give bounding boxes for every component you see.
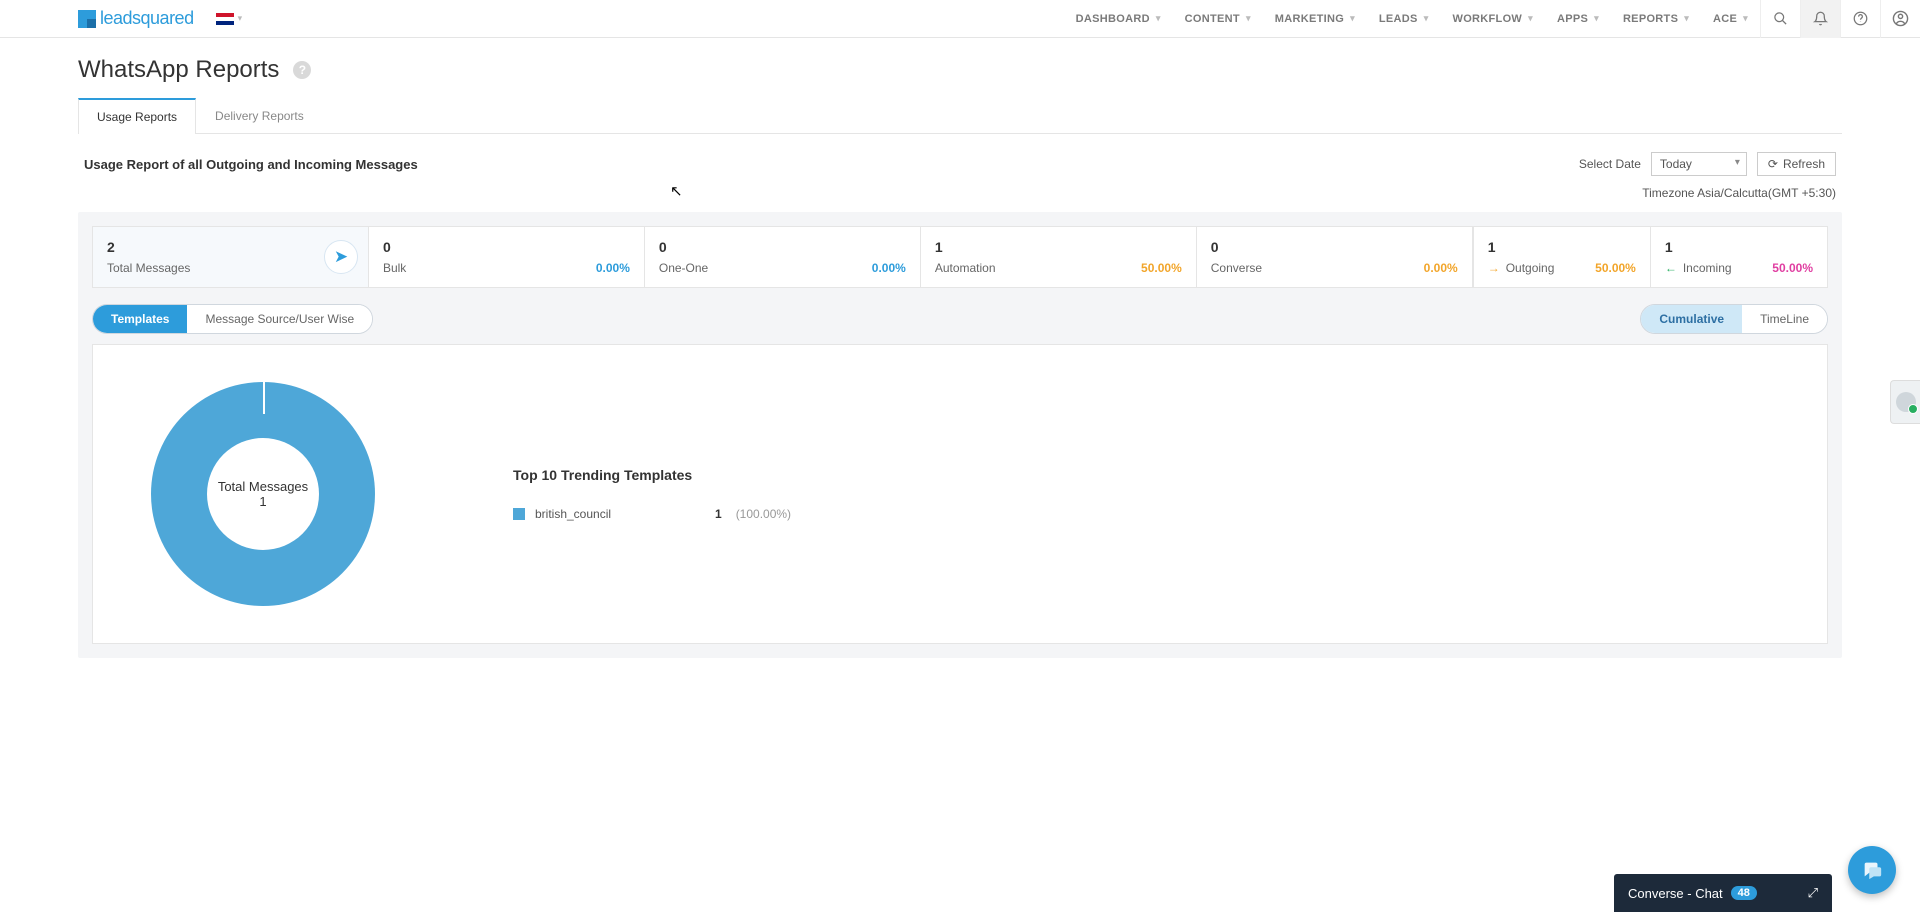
page-help-icon[interactable]: ? [293,61,311,79]
chevron-down-icon: ▾ [1246,13,1251,24]
logo-mark-icon [78,10,96,28]
donut-center-label: Total Messages 1 [207,438,319,550]
language-selector[interactable]: ▾ [194,13,243,25]
refresh-button[interactable]: ⟳ Refresh [1757,152,1836,176]
stat-bulk[interactable]: 0 Bulk 0.00% [369,227,645,287]
nav-utility-icons [1760,0,1920,38]
converse-label: Converse - Chat [1628,886,1723,901]
view-mode-toggle-left: Templates Message Source/User Wise [92,304,373,334]
legend-count: 1 [715,507,722,521]
date-range-select[interactable]: Today [1651,152,1747,176]
refresh-icon: ⟳ [1768,157,1778,171]
profile-icon[interactable] [1880,0,1920,38]
chat-fab[interactable] [1848,846,1896,894]
legend-name: british_council [535,507,695,521]
pill-templates[interactable]: Templates [93,305,187,333]
stat-one-one[interactable]: 0 One-One 0.00% [645,227,921,287]
chevron-down-icon: ▾ [1743,13,1748,24]
chevron-down-icon: ▾ [1684,13,1689,24]
flag-icon [216,13,234,25]
chevron-down-icon: ▾ [1594,13,1599,24]
legend-pct: (100.00%) [736,507,791,521]
help-icon[interactable] [1840,0,1880,38]
nav-reports[interactable]: REPORTS▾ [1611,0,1701,38]
pill-timeline[interactable]: TimeLine [1742,305,1827,333]
main-nav: DASHBOARD▾ CONTENT▾ MARKETING▾ LEADS▾ WO… [1064,0,1760,38]
report-subtitle: Usage Report of all Outgoing and Incomin… [84,157,418,172]
nav-ace[interactable]: ACE▾ [1701,0,1760,38]
nav-content[interactable]: CONTENT▾ [1173,0,1263,38]
donut-chart: Total Messages 1 [151,382,375,606]
arrow-left-icon: ← [1665,261,1677,275]
view-mode-toggle-right: Cumulative TimeLine [1640,304,1828,334]
chevron-down-icon: ▾ [1156,13,1161,24]
stat-automation[interactable]: 1 Automation 50.00% [921,227,1197,287]
chevron-down-icon: ▾ [1424,13,1429,24]
nav-workflow[interactable]: WORKFLOW▾ [1441,0,1545,38]
chevron-down-icon: ▾ [1528,13,1533,24]
legend-row: british_council 1 (100.00%) [513,507,791,521]
pill-message-source[interactable]: Message Source/User Wise [187,305,372,333]
stats-cards: 2 Total Messages ➤ 0 Bulk 0.00% 0 One-On… [92,226,1828,288]
brand-name: leadsquared [100,8,194,29]
presence-sidebar-toggle[interactable] [1890,380,1920,424]
pill-cumulative[interactable]: Cumulative [1641,305,1742,333]
chevron-down-icon: ▾ [238,13,243,24]
brand-logo[interactable]: leadsquared [78,8,194,29]
chevron-down-icon: ▾ [1350,13,1355,24]
send-icon: ➤ [324,240,358,274]
nav-dashboard[interactable]: DASHBOARD▾ [1064,0,1173,38]
converse-chat-bar[interactable]: Converse - Chat 48 ⤢ [1614,874,1832,912]
page-title: WhatsApp Reports [78,56,279,84]
stat-converse[interactable]: 0 Converse 0.00% [1197,227,1474,287]
presence-avatar-icon [1896,392,1916,412]
nav-apps[interactable]: APPS▾ [1545,0,1611,38]
stat-total-messages[interactable]: 2 Total Messages ➤ [93,227,369,287]
arrow-right-icon: → [1488,261,1500,275]
notifications-icon[interactable] [1800,0,1840,38]
search-icon[interactable] [1760,0,1800,38]
legend-swatch-icon [513,508,525,520]
chat-bubbles-icon [1861,859,1883,881]
tab-usage-reports[interactable]: Usage Reports [78,98,196,134]
stat-incoming[interactable]: 1 ←Incoming 50.00% [1651,227,1827,287]
expand-icon: ⤢ [1808,885,1818,901]
templates-chart: Total Messages 1 Top 10 Trending Templat… [92,344,1828,644]
timezone-info: Timezone Asia/Calcutta(GMT +5:30) [78,182,1842,212]
converse-badge: 48 [1731,886,1757,900]
legend-title: Top 10 Trending Templates [513,467,791,483]
nav-marketing[interactable]: MARKETING▾ [1263,0,1367,38]
topbar: leadsquared ▾ DASHBOARD▾ CONTENT▾ MARKET… [0,0,1920,38]
select-date-label: Select Date [1579,157,1641,171]
tab-delivery-reports[interactable]: Delivery Reports [196,98,323,133]
report-tabs: Usage Reports Delivery Reports [78,98,1842,134]
nav-leads[interactable]: LEADS▾ [1367,0,1441,38]
stat-outgoing[interactable]: 1 →Outgoing 50.00% [1474,227,1651,287]
